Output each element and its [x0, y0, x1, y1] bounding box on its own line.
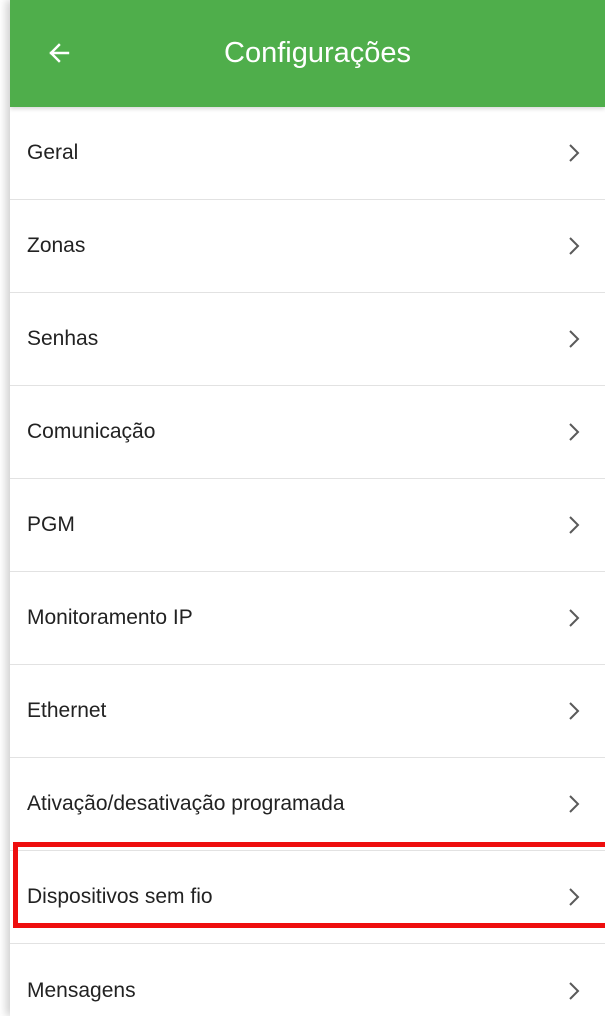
menu-item-label: PGM [27, 513, 75, 536]
settings-menu: Geral Zonas Senhas Comunicação PGM Monit… [10, 107, 605, 1016]
chevron-right-icon [565, 142, 583, 164]
arrow-left-icon [49, 43, 70, 63]
chevron-right-icon [565, 980, 583, 1002]
chevron-right-icon [565, 607, 583, 629]
menu-item-label: Ativação/desativação programada [27, 792, 345, 815]
menu-item-ativacao-programada[interactable]: Ativação/desativação programada [10, 758, 605, 851]
page-title: Configurações [224, 37, 411, 69]
app-bar: Configurações [10, 0, 605, 107]
menu-item-geral[interactable]: Geral [10, 107, 605, 200]
menu-item-monitoramento-ip[interactable]: Monitoramento IP [10, 572, 605, 665]
settings-screen: Configurações Geral Zonas Senhas Comunic… [10, 0, 605, 1016]
menu-item-mensagens[interactable]: Mensagens [10, 944, 605, 1016]
menu-item-label: Geral [27, 141, 79, 164]
menu-item-ethernet[interactable]: Ethernet [10, 665, 605, 758]
menu-item-zonas[interactable]: Zonas [10, 200, 605, 293]
chevron-right-icon [565, 700, 583, 722]
chevron-right-icon [565, 514, 583, 536]
chevron-right-icon [565, 328, 583, 350]
menu-item-label: Zonas [27, 234, 86, 257]
chevron-right-icon [565, 421, 583, 443]
menu-item-label: Comunicação [27, 420, 156, 443]
back-button[interactable] [37, 31, 81, 75]
chevron-right-icon [565, 235, 583, 257]
menu-item-label: Dispositivos sem fio [27, 885, 213, 908]
menu-item-senhas[interactable]: Senhas [10, 293, 605, 386]
menu-item-label: Senhas [27, 327, 99, 350]
menu-item-label: Ethernet [27, 699, 107, 722]
chevron-right-icon [565, 793, 583, 815]
menu-item-comunicacao[interactable]: Comunicação [10, 386, 605, 479]
menu-item-dispositivos-sem-fio[interactable]: Dispositivos sem fio [10, 851, 605, 944]
chevron-right-icon [565, 886, 583, 908]
menu-item-pgm[interactable]: PGM [10, 479, 605, 572]
menu-item-label: Mensagens [27, 978, 136, 1002]
menu-item-label: Monitoramento IP [27, 606, 193, 629]
